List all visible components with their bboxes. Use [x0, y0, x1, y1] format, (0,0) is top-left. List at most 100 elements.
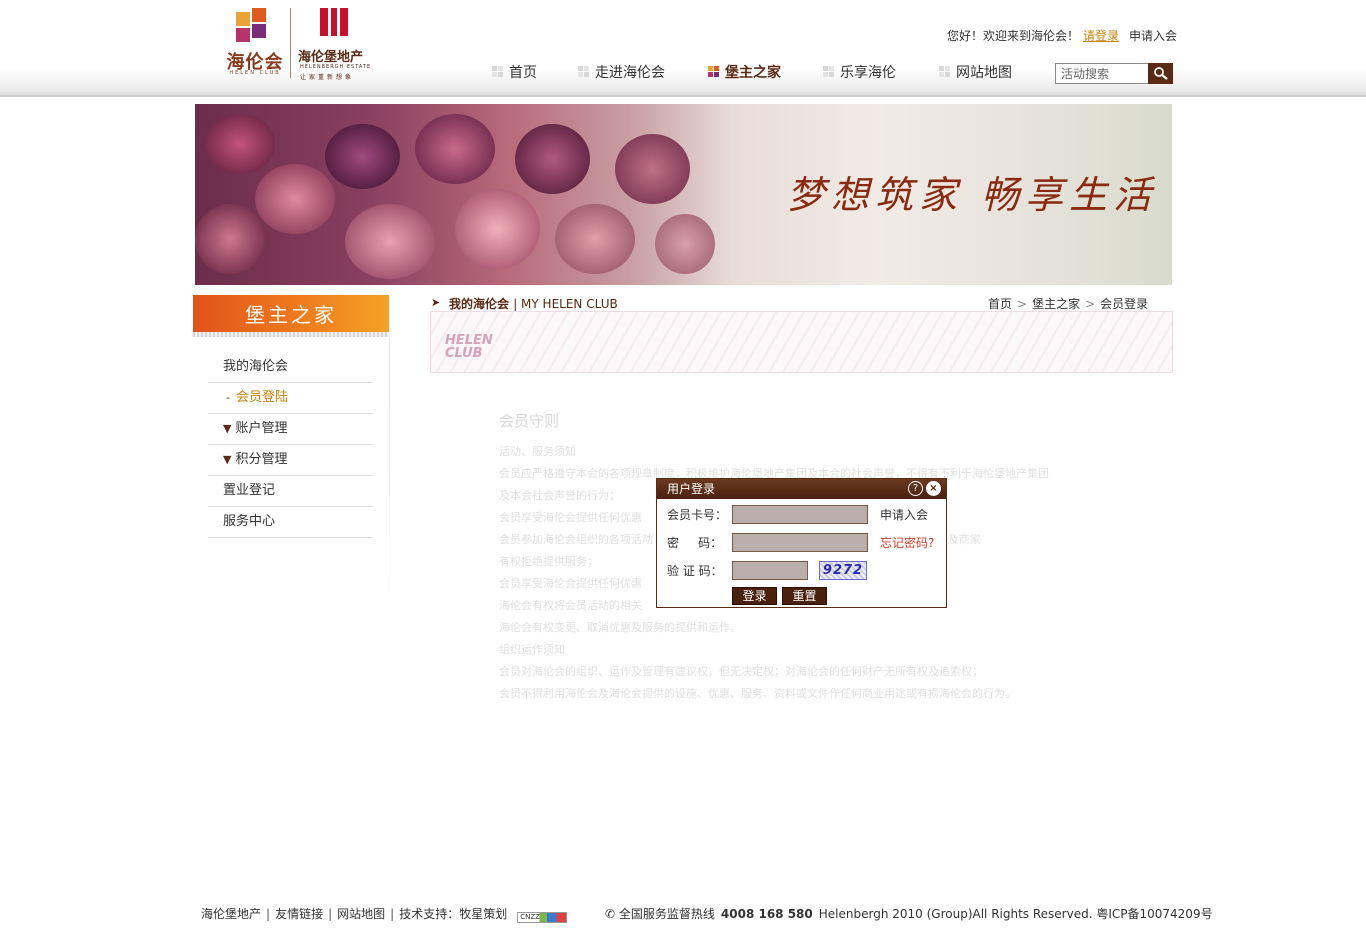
hotline-number: 4008 168 580	[720, 907, 813, 921]
card-number-label: 会员卡号：	[667, 508, 728, 522]
helen-club-logo[interactable]: 海伦会 HELEN CLUB	[222, 8, 288, 78]
dash-icon: -	[226, 391, 230, 404]
card-number-input[interactable]	[732, 505, 868, 524]
rose-image	[195, 204, 265, 274]
rose-image	[615, 134, 690, 204]
chevron-right-icon: >	[1085, 297, 1096, 311]
logo-estate-text: 海伦堡地产	[298, 50, 364, 65]
cnzz-badge[interactable]: CNZZ	[517, 912, 568, 923]
captcha-input[interactable]	[732, 561, 808, 580]
sidebar-item-property[interactable]: 置业登记	[208, 476, 373, 507]
breadcrumb-current: 会员登录	[1100, 297, 1149, 311]
login-dialog-titlebar[interactable]: 用户登录 ? ×	[657, 479, 946, 499]
footer-link-estate[interactable]: 海伦堡地产	[201, 907, 261, 921]
logo-estate-slogan: 让家重新想象	[300, 74, 355, 81]
nav-item-enjoy[interactable]: 乐享海伦	[823, 62, 896, 82]
hero-banner: 梦想筑家 畅享生活	[195, 104, 1172, 285]
logo-estate-subtext: HELENBERGH ESTATE	[300, 64, 372, 70]
password-input[interactable]	[732, 533, 868, 552]
footer-links: 海伦堡地产 | 友情链接 | 网站地图 | 技术支持：牧星策划 CNZZ	[201, 905, 568, 923]
apply-membership-link[interactable]: 申请入会	[1129, 29, 1177, 43]
rules-line: 活动、服务须知	[499, 445, 576, 458]
rose-image	[415, 114, 495, 184]
sidebar-item-points[interactable]: ▼ 积分管理	[208, 445, 373, 476]
sidebar-item-member-login[interactable]: - 会员登陆	[208, 383, 373, 414]
nav-item-owners-home[interactable]: 堡主之家	[708, 62, 781, 82]
logo-helen-subtext: HELEN CLUB	[229, 70, 281, 76]
rose-image	[555, 204, 635, 274]
nav-item-about[interactable]: 走进海伦会	[578, 62, 665, 82]
rose-image	[325, 124, 400, 189]
sidebar-item-account[interactable]: ▼ 账户管理	[208, 414, 373, 445]
rules-line: 会员对海伦会的组织、运作及管理有建议权，但无决定权；对海伦会的任何财产无所有权及…	[499, 665, 983, 678]
nav-squares-icon	[823, 66, 835, 78]
banner-slogan: 梦想筑家 畅享生活	[787, 173, 1158, 217]
footer-tech-support[interactable]: 技术支持：牧星策划	[399, 907, 507, 921]
sidebar-menu: 我的海伦会 - 会员登陆 ▼ 账户管理 ▼ 积分管理 置业登记 服务中心	[208, 352, 373, 538]
captcha-label: 验 证 码：	[667, 564, 723, 578]
sidebar-title-pattern	[193, 332, 389, 337]
footer-link-sitemap[interactable]: 网站地图	[337, 907, 385, 921]
welcome-text: 您好！欢迎来到海伦会！	[947, 29, 1080, 43]
club-banner: HELEN CLUB	[430, 311, 1173, 373]
captcha-image[interactable]: 9272	[819, 561, 867, 580]
rose-image	[655, 214, 715, 274]
rules-title: 会员守则	[499, 412, 560, 430]
logo-square-icon	[252, 24, 266, 38]
rose-image	[455, 189, 540, 269]
hotline-label: 全国服务监督热线	[618, 907, 715, 921]
rose-image	[345, 204, 435, 279]
login-link[interactable]: 请登录	[1083, 29, 1119, 43]
rules-line: 组织运作须知	[499, 643, 565, 656]
login-dialog-title: 用户登录	[667, 482, 716, 496]
rose-image	[205, 114, 275, 174]
forgot-password-link[interactable]: 忘记密码?	[880, 534, 934, 551]
triangle-down-icon: ▼	[223, 453, 232, 466]
nav-item-home[interactable]: 首页	[492, 62, 537, 82]
login-dialog: 用户登录 ? × 会员卡号： 申请入会 密 码： 忘记密码? 验 证 码： 92…	[656, 478, 947, 608]
reset-button[interactable]: 重置	[782, 587, 827, 605]
sidebar-item-my-club[interactable]: 我的海伦会	[208, 352, 373, 383]
logo-divider	[290, 8, 291, 78]
triangle-down-icon: ▼	[223, 422, 232, 435]
section-title-en: | MY HELEN CLUB	[513, 297, 618, 311]
rules-line: 海伦会有权变更、取消优惠及服务的提供和运作。	[499, 621, 741, 634]
logo-square-icon	[236, 12, 250, 26]
login-submit-button[interactable]: 登录	[732, 587, 777, 605]
sidebar-divider	[389, 337, 390, 637]
logo-square-icon	[252, 8, 266, 22]
section-arrow-icon: ➤	[431, 296, 441, 309]
chevron-right-icon: >	[1017, 297, 1028, 311]
password-label: 密 码：	[667, 536, 723, 550]
help-icon[interactable]: ?	[908, 481, 923, 496]
logo-square-icon	[236, 28, 250, 42]
close-icon[interactable]: ×	[926, 481, 941, 496]
activity-search-input[interactable]	[1055, 63, 1149, 84]
search-button[interactable]	[1148, 63, 1173, 84]
section-title: 我的海伦会 | MY HELEN CLUB	[449, 297, 618, 311]
helenbergh-estate-logo[interactable]: 海伦堡地产 HELENBERGH ESTATE 让家重新想象	[298, 8, 378, 81]
breadcrumb-owners-home[interactable]: 堡主之家	[1032, 297, 1080, 311]
welcome-bar: 您好！欢迎来到海伦会！ 请登录 申请入会	[947, 27, 1177, 44]
nav-squares-icon	[578, 66, 590, 78]
footer-link-friends[interactable]: 友情链接	[275, 907, 323, 921]
breadcrumb: 首页 > 堡主之家 > 会员登录	[988, 295, 1148, 312]
rose-image	[515, 124, 590, 194]
phone-icon: ✆	[605, 907, 616, 921]
sidebar-title: 堡主之家	[193, 295, 389, 337]
rules-line: 会员不得利用海伦会及海伦会提供的设施、优惠、服务、资料或文件作任何商业用途或有损…	[499, 687, 1016, 700]
rose-image	[255, 164, 335, 234]
breadcrumb-home[interactable]: 首页	[988, 297, 1012, 311]
sidebar-item-service[interactable]: 服务中心	[208, 507, 373, 538]
header-divider	[0, 95, 1366, 97]
nav-squares-active-icon	[708, 66, 720, 78]
apply-membership-link[interactable]: 申请入会	[880, 506, 928, 523]
nav-squares-icon	[492, 66, 504, 78]
footer-info: ✆ 全国服务监督热线 4008 168 580 Helenbergh 2010 (G…	[605, 905, 1213, 922]
club-logo: HELEN CLUB	[445, 333, 493, 361]
nav-squares-icon	[939, 66, 951, 78]
copyright-text: Helenbergh 2010 (Group)All Rights Reserv…	[818, 907, 1213, 921]
search-icon	[1154, 67, 1168, 80]
h-mark-icon	[320, 8, 348, 36]
nav-item-sitemap[interactable]: 网站地图	[939, 62, 1012, 82]
